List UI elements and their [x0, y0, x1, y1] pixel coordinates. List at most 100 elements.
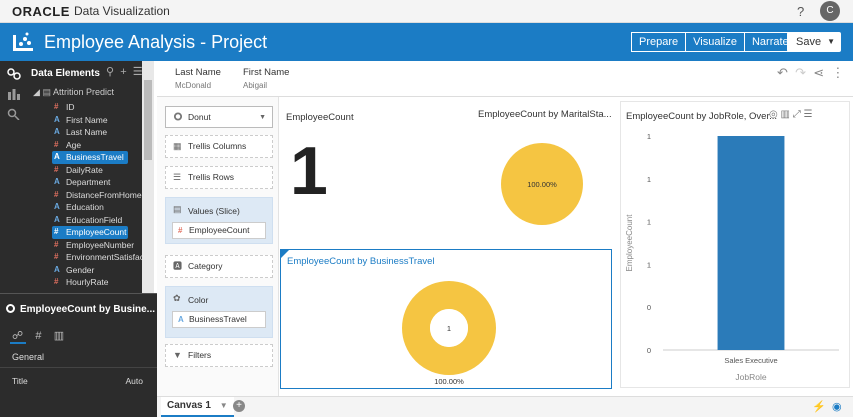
redo-icon[interactable]: ↷: [795, 65, 806, 80]
palette-icon: ✿: [173, 293, 181, 303]
travel-donut-chart[interactable]: 1 100.00%: [399, 280, 499, 388]
field-item[interactable]: A EducationField: [52, 214, 152, 227]
filter-first-name[interactable]: First Name Abigail: [243, 67, 289, 90]
filter-value: Abigail: [243, 81, 268, 90]
values-tab-icon[interactable]: #: [35, 330, 41, 342]
viz-type-label: Donut: [188, 112, 211, 122]
expand-icon[interactable]: ⤢: [793, 109, 801, 120]
field-label: HourlyRate: [66, 277, 109, 287]
values-slice-dropzone[interactable]: ▤ Values (Slice) # EmployeeCount: [165, 197, 273, 244]
field-label: Education: [66, 202, 104, 212]
field-item[interactable]: # ID: [52, 101, 152, 114]
filter-icon: ▼: [173, 350, 182, 360]
trellis-rows-label: Trellis Rows: [188, 172, 234, 182]
data-viz-app-icon[interactable]: [12, 31, 34, 53]
analytics-icon[interactable]: [7, 108, 21, 120]
filter-last-name[interactable]: Last Name McDonald: [175, 67, 221, 90]
viz-toolbar: ◎ ▥ ⤢ ☰: [769, 109, 813, 120]
donut-icon: [6, 304, 15, 313]
help-icon[interactable]: ?: [797, 4, 804, 19]
y-tick-label: 1: [647, 175, 651, 184]
employeecount-tile[interactable]: EmployeeCount 1: [280, 103, 470, 243]
field-item[interactable]: A First Name: [52, 114, 152, 127]
viz-type-dropdown[interactable]: Donut ▼: [165, 106, 273, 128]
category-dropzone[interactable]: 🅰 Category: [165, 255, 273, 278]
field-item[interactable]: # DistanceFromHome: [52, 189, 152, 202]
field-item[interactable]: # Age: [52, 139, 152, 152]
marital-donut-chart[interactable]: 100.00%: [492, 139, 592, 229]
field-item[interactable]: A Gender: [52, 264, 152, 277]
save-button[interactable]: Save ▼: [787, 32, 841, 52]
business-travel-donut[interactable]: EmployeeCount by BusinessTravel 1 100.00%: [280, 249, 612, 389]
trellis-columns-dropzone[interactable]: ▦ Trellis Columns: [165, 135, 273, 158]
bar-chart-icon[interactable]: ▥: [781, 109, 790, 120]
field-item[interactable]: A Education: [52, 201, 152, 214]
field-item[interactable]: A BusinessTravel: [52, 151, 128, 164]
auto-apply-icon[interactable]: ⚡: [812, 400, 826, 413]
values-icon: ▤: [173, 204, 182, 214]
field-label: DistanceFromHome: [66, 189, 142, 200]
jobrole-bar-chart[interactable]: 1 1 1 1 0 0 Sales Executive JobRole EmployeeCoun…: [621, 126, 849, 386]
y-tick-label: 0: [647, 303, 651, 312]
title-property-value[interactable]: Auto: [126, 376, 144, 386]
preview-icon[interactable]: ◉: [832, 400, 842, 413]
title-property-row[interactable]: Title Auto: [12, 376, 143, 386]
field-item[interactable]: A Department: [52, 176, 152, 189]
data-elements-title: Data Elements: [31, 68, 100, 79]
jobrole-bar-viz[interactable]: EmployeeCount by JobRole, Over... ◎ ▥ ⤢ …: [620, 101, 850, 388]
color-dropzone[interactable]: ✿ Color A BusinessTravel: [165, 286, 273, 338]
collapse-icon[interactable]: ◢: [33, 87, 40, 97]
field-label: BusinessTravel: [66, 152, 124, 162]
chevron-down-icon[interactable]: ▼: [220, 401, 228, 410]
visualizations-icon[interactable]: [7, 88, 21, 100]
oracle-logo: ORACLE: [12, 4, 70, 19]
filters-dropzone[interactable]: ▼ Filters: [165, 344, 273, 367]
visualize-button[interactable]: Visualize: [686, 33, 745, 51]
filters-label: Filters: [188, 350, 212, 360]
user-avatar[interactable]: C: [820, 1, 840, 21]
canvas: EmployeeCount 1 EmployeeCount by Marital…: [279, 97, 853, 396]
chevron-down-icon: ▼: [259, 114, 266, 121]
search-icon[interactable]: ⚲: [106, 66, 114, 78]
employeecount-chip[interactable]: # EmployeeCount: [172, 222, 266, 239]
y-tick-label: 1: [647, 132, 651, 141]
save-label: Save: [796, 36, 822, 48]
attribute-type-icon: A: [178, 315, 184, 324]
more-icon[interactable]: ⋮: [831, 65, 844, 80]
number-type-icon: #: [54, 139, 59, 149]
general-tab-icon[interactable]: ☍: [12, 330, 23, 342]
field-list: # ID A First Name A Last Name # Age A BusinessTra…: [52, 101, 152, 289]
field-item[interactable]: # DailyRate: [52, 164, 152, 177]
field-item[interactable]: # EmployeeNumber: [52, 239, 152, 252]
share-icon[interactable]: ⋖: [813, 65, 824, 80]
target-icon[interactable]: ◎: [769, 109, 778, 120]
field-label: ID: [66, 102, 75, 112]
trellis-rows-dropzone[interactable]: ☰ Trellis Rows: [165, 166, 273, 189]
chevron-down-icon[interactable]: ▼: [827, 32, 835, 52]
dataset-node[interactable]: ◢ ▤ Attrition Predict: [33, 87, 114, 98]
field-label: EnvironmentSatisfact: [66, 252, 147, 262]
menu-icon[interactable]: ☰: [804, 109, 813, 120]
add-icon[interactable]: +: [120, 66, 126, 78]
properties-tabs: ☍ # ▥: [12, 329, 64, 342]
attribute-type-icon: A: [54, 177, 60, 186]
undo-icon[interactable]: ↶: [777, 65, 788, 80]
data-elements-icon[interactable]: [7, 68, 21, 80]
properties-title: EmployeeCount by Busine...: [20, 304, 156, 315]
field-item[interactable]: # HourlyRate: [52, 276, 152, 289]
number-type-icon: #: [54, 164, 59, 174]
analytics-tab-icon[interactable]: ▥: [54, 330, 64, 342]
bar[interactable]: [717, 136, 785, 350]
field-item[interactable]: A Last Name: [52, 126, 152, 139]
field-item[interactable]: # EmployeeCount: [52, 226, 128, 239]
prepare-button[interactable]: Prepare: [632, 33, 687, 51]
field-label: First Name: [66, 114, 108, 125]
scrollbar-thumb[interactable]: [144, 80, 152, 160]
bar-chart-title: EmployeeCount by JobRole, Over...: [626, 111, 778, 122]
field-item[interactable]: # EnvironmentSatisfact: [52, 251, 152, 264]
add-canvas-icon[interactable]: +: [233, 400, 245, 412]
businesstravel-chip[interactable]: A BusinessTravel: [172, 311, 266, 328]
marital-status-donut[interactable]: EmployeeCount by MaritalSta... 100.00%: [474, 103, 614, 243]
canvas-tab[interactable]: Canvas 1 ▼: [161, 397, 234, 417]
attribute-type-icon: A: [54, 202, 60, 211]
